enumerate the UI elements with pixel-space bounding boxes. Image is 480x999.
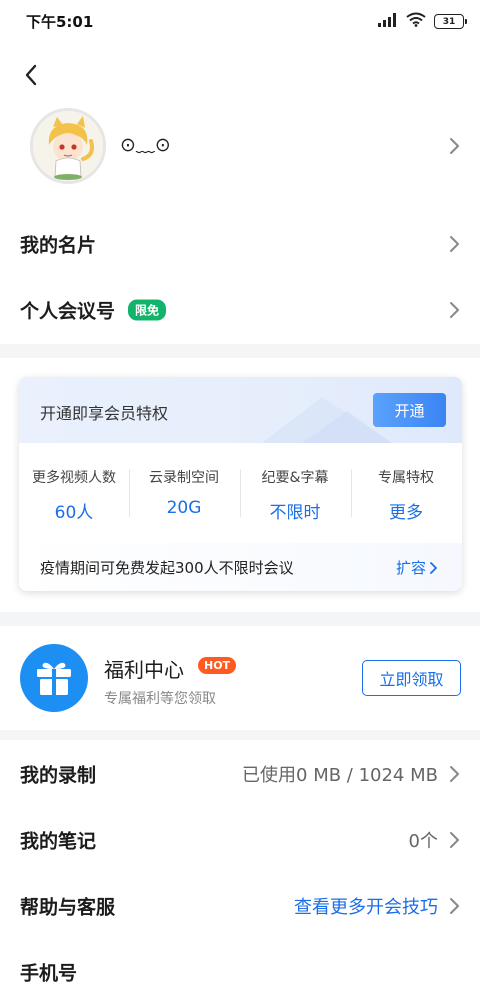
my-card-row[interactable]: 我的名片 [0, 211, 480, 277]
phone-number-label: 手机号 [20, 962, 78, 985]
back-button[interactable] [14, 58, 48, 92]
perk-item: 纪要&字幕 不限时 [240, 467, 350, 523]
notes-count-value: 0个 [408, 831, 438, 852]
meeting-tips-link[interactable]: 查看更多开会技巧 [294, 893, 438, 919]
perk-item: 云录制空间 20G [129, 467, 239, 518]
my-notes-label: 我的笔记 [20, 830, 97, 853]
back-arrow-icon [25, 64, 37, 86]
vip-card: 开通即享会员特权 开通 更多视频人数 60人 云录制空间 20G 纪要&字幕 不… [19, 377, 462, 591]
perk-name: 更多视频人数 [32, 470, 116, 486]
nickname: ⊙﹏⊙ [120, 134, 171, 156]
chevron-right-icon [450, 832, 459, 848]
status-time: 下午5:01 [26, 13, 94, 31]
expand-link-label: 扩容 [395, 559, 426, 577]
phone-number-row[interactable]: 手机号 [0, 939, 480, 999]
perk-name: 云录制空间 [149, 470, 219, 486]
help-support-label: 帮助与客服 [20, 896, 116, 919]
perk-item: 专属特权 更多 [351, 467, 461, 523]
welfare-title: 福利中心 [104, 658, 184, 682]
perk-value: 不限时 [269, 503, 321, 523]
chevron-right-icon [450, 302, 459, 318]
recording-usage-value: 已使用0 MB / 1024 MB [242, 765, 438, 786]
perk-item: 更多视频人数 60人 [19, 467, 129, 523]
avatar[interactable] [30, 108, 106, 184]
chevron-right-icon [450, 766, 459, 782]
chevron-right-icon [450, 898, 459, 914]
welfare-subtitle: 专属福利等您领取 [104, 691, 216, 707]
battery-icon: 31 [434, 14, 467, 29]
perk-name: 专属特权 [378, 470, 434, 486]
chevron-right-icon [450, 236, 459, 252]
signal-icon [378, 12, 398, 31]
section-divider [0, 730, 480, 740]
open-membership-button[interactable]: 开通 [373, 393, 446, 427]
help-support-row[interactable]: 帮助与客服 查看更多开会技巧 [0, 873, 480, 939]
perk-value: 20G [166, 498, 202, 518]
section-divider [0, 344, 480, 358]
personal-meeting-id-label: 个人会议号 [20, 300, 116, 323]
perk-name: 纪要&字幕 [261, 470, 329, 486]
free-badge: 限免 [128, 299, 167, 321]
my-recordings-row[interactable]: 我的录制 已使用0 MB / 1024 MB [0, 741, 480, 807]
vip-note: 疫情期间可免费发起300人不限时会议 [40, 559, 294, 577]
chevron-right-icon [450, 138, 459, 154]
welfare-center-row[interactable]: 福利中心 HOT 专属福利等您领取 立即领取 [0, 630, 480, 730]
perk-value: 更多 [389, 503, 423, 523]
perk-value: 60人 [54, 503, 94, 523]
expand-capacity-link[interactable]: 扩容 [396, 557, 438, 578]
claim-now-button[interactable]: 立即领取 [362, 660, 461, 696]
my-card-label: 我的名片 [20, 234, 97, 257]
status-icons: 31 [378, 12, 467, 31]
vip-title: 开通即享会员特权 [40, 404, 169, 423]
my-notes-row[interactable]: 我的笔记 0个 [0, 807, 480, 873]
personal-meeting-id-row[interactable]: 个人会议号 限免 [0, 277, 480, 343]
my-recordings-label: 我的录制 [20, 764, 97, 787]
section-divider [0, 612, 480, 626]
gift-icon [20, 644, 88, 712]
hot-badge: HOT [198, 657, 237, 674]
vip-card-header: 开通即享会员特权 开通 [19, 377, 462, 443]
vip-footer: 疫情期间可免费发起300人不限时会议 扩容 [19, 543, 462, 591]
chevron-right-icon [430, 561, 437, 574]
status-bar: 下午5:01 31 [0, 0, 480, 40]
profile-row[interactable]: ⊙﹏⊙ [0, 100, 480, 192]
wifi-icon [406, 12, 426, 31]
